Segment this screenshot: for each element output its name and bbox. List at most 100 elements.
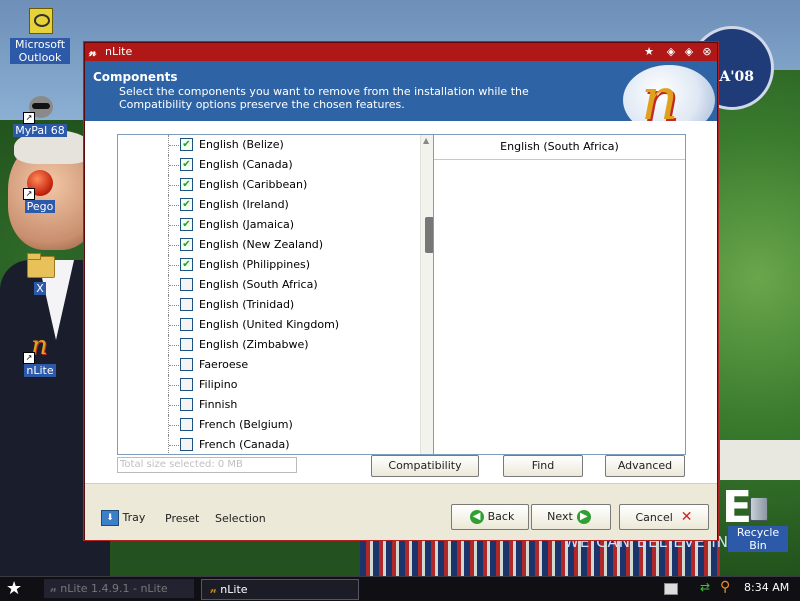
- component-detail-pane: English (South Africa): [433, 134, 686, 455]
- tree-item[interactable]: English (United Kingdom): [118, 315, 418, 335]
- tree-item[interactable]: English (Trinidad): [118, 295, 418, 315]
- taskbar-clock: 8:34 AM: [744, 581, 790, 594]
- tree-item-label: Filipino: [199, 378, 238, 391]
- tree-item-label: English (Ireland): [199, 198, 289, 211]
- tree-item[interactable]: Finnish: [118, 395, 418, 415]
- window-title: nLite: [105, 45, 133, 58]
- checkbox[interactable]: [180, 338, 193, 351]
- tree-item[interactable]: ✔ English (Jamaica): [118, 215, 418, 235]
- maximize-icon[interactable]: ◈: [681, 44, 697, 59]
- checkbox[interactable]: ✔: [180, 258, 193, 271]
- tree-item[interactable]: ✔ English (Ireland): [118, 195, 418, 215]
- nlite-icon: 𝓃: [89, 45, 97, 59]
- tree-item[interactable]: English (Zimbabwe): [118, 335, 418, 355]
- tree-guide: [169, 165, 179, 166]
- checkbox[interactable]: ✔: [180, 138, 193, 151]
- preset-button[interactable]: Preset: [165, 512, 199, 525]
- checkbox[interactable]: ✔: [180, 178, 193, 191]
- checkbox[interactable]: [180, 438, 193, 451]
- keyboard-icon[interactable]: [664, 583, 678, 595]
- checkbox[interactable]: [180, 298, 193, 311]
- wizard-footer: ⬇ Tray Preset Selection ◀ Back Next ▶ Canc…: [85, 483, 717, 540]
- back-arrow-icon: ◀: [469, 510, 484, 524]
- tree-guide: [169, 285, 179, 286]
- tree-item[interactable]: English (South Africa): [118, 275, 418, 295]
- tray-button[interactable]: ⬇ Tray: [101, 510, 145, 526]
- checkbox[interactable]: [180, 418, 193, 431]
- close-icon[interactable]: ⊗: [699, 44, 715, 59]
- tree-item[interactable]: Filipino: [118, 375, 418, 395]
- tree-guide: [169, 245, 179, 246]
- desktop-icon-pego[interactable]: ↗ Pego: [10, 168, 70, 213]
- search-icon[interactable]: ⚲: [720, 579, 730, 595]
- nlite-window: 𝓃 nLite ★ ◈ ◈ ⊗ Components Select the co…: [84, 42, 718, 540]
- tree-item-label: English (New Zealand): [199, 238, 324, 251]
- tree-item[interactable]: ✔ English (New Zealand): [118, 235, 418, 255]
- taskbar-task-nlite-inactive[interactable]: 𝓃 nLite 1.4.9.1 - nLite: [44, 579, 194, 598]
- checkbox[interactable]: [180, 378, 193, 391]
- checkbox[interactable]: [180, 318, 193, 331]
- checkbox[interactable]: ✔: [180, 238, 193, 251]
- compatibility-button[interactable]: Compatibility: [371, 455, 479, 477]
- taskbar-task-nlite-active[interactable]: 𝓃 nLite: [201, 579, 359, 600]
- find-button[interactable]: Find: [503, 455, 583, 477]
- selection-size-status: Total size selected: 0 MB: [117, 457, 297, 473]
- next-arrow-icon: ▶: [576, 510, 591, 524]
- star-icon[interactable]: ★: [641, 44, 657, 59]
- tree-item-label: French (Canada): [199, 438, 290, 451]
- network-icon[interactable]: ⇄: [700, 580, 710, 594]
- tree-item[interactable]: French (Canada): [118, 435, 418, 454]
- tree-item[interactable]: ✔ English (Caribbean): [118, 175, 418, 195]
- desktop-icon-outlook[interactable]: Microsoft Outlook: [10, 6, 70, 64]
- checkbox[interactable]: ✔: [180, 198, 193, 211]
- desktop-icon-label: Microsoft Outlook: [10, 38, 70, 64]
- next-label: Next: [547, 510, 573, 523]
- tree-guide: [169, 225, 179, 226]
- tree-guide: [169, 185, 179, 186]
- selection-button[interactable]: Selection: [215, 512, 266, 525]
- tree-guide: [169, 345, 179, 346]
- advanced-button[interactable]: Advanced: [605, 455, 685, 477]
- detail-title: English (South Africa): [434, 135, 685, 160]
- checkbox[interactable]: ✔: [180, 158, 193, 171]
- window-titlebar[interactable]: 𝓃 nLite ★ ◈ ◈ ⊗: [85, 43, 717, 61]
- next-button[interactable]: Next ▶: [531, 504, 611, 530]
- checkbox[interactable]: [180, 278, 193, 291]
- desktop-icon-recycle-bin[interactable]: Recycle Bin: [728, 494, 788, 552]
- tree-guide: [169, 385, 179, 386]
- tree-guide: [169, 265, 179, 266]
- desktop-icon-nlite[interactable]: n ↗ nLite: [10, 332, 70, 377]
- tree-item-label: English (South Africa): [199, 278, 318, 291]
- desktop-icon-folder[interactable]: X: [10, 250, 70, 295]
- start-button-star-icon[interactable]: ★: [6, 579, 26, 599]
- minimize-icon[interactable]: ◈: [663, 44, 679, 59]
- cancel-label: Cancel: [635, 511, 673, 524]
- nlite-icon: 𝓃: [210, 583, 217, 596]
- page-description: Select the components you want to remove…: [119, 85, 529, 111]
- recycle-bin-icon: [743, 494, 773, 524]
- back-label: Back: [487, 510, 515, 523]
- tree-item-label: English (Philippines): [199, 258, 311, 271]
- taskbar: ★ 𝓃 nLite 1.4.9.1 - nLite 𝓃 nLite ⇄ ⚲ 8:…: [0, 576, 800, 601]
- tree-item[interactable]: Faeroese: [118, 355, 418, 375]
- tree-item-label: French (Belgium): [199, 418, 293, 431]
- tree-item-label: English (Caribbean): [199, 178, 308, 191]
- back-button[interactable]: ◀ Back: [451, 504, 529, 530]
- tree-item-label: English (Trinidad): [199, 298, 295, 311]
- tree-item[interactable]: ✔ English (Canada): [118, 155, 418, 175]
- tree-item-label: English (Zimbabwe): [199, 338, 309, 351]
- tree-item[interactable]: ✔ English (Philippines): [118, 255, 418, 275]
- cancel-button[interactable]: Cancel ✕: [619, 504, 709, 530]
- components-tree[interactable]: ✔ English (Belize) ✔ English (Canada) ✔ Engli…: [117, 134, 437, 455]
- desktop-icon-mypal[interactable]: ↗ MyPal 68: [10, 92, 70, 137]
- tree-guide: [169, 425, 179, 426]
- desktop-icon-label: Recycle Bin: [728, 526, 788, 552]
- checkbox[interactable]: [180, 358, 193, 371]
- scroll-up-icon[interactable]: ▲: [423, 136, 429, 145]
- tree-guide: [169, 365, 179, 366]
- checkbox[interactable]: ✔: [180, 218, 193, 231]
- tree-item[interactable]: ✔ English (Belize): [118, 135, 418, 155]
- checkbox[interactable]: [180, 398, 193, 411]
- tree-item[interactable]: French (Belgium): [118, 415, 418, 435]
- folder-icon: [25, 250, 55, 280]
